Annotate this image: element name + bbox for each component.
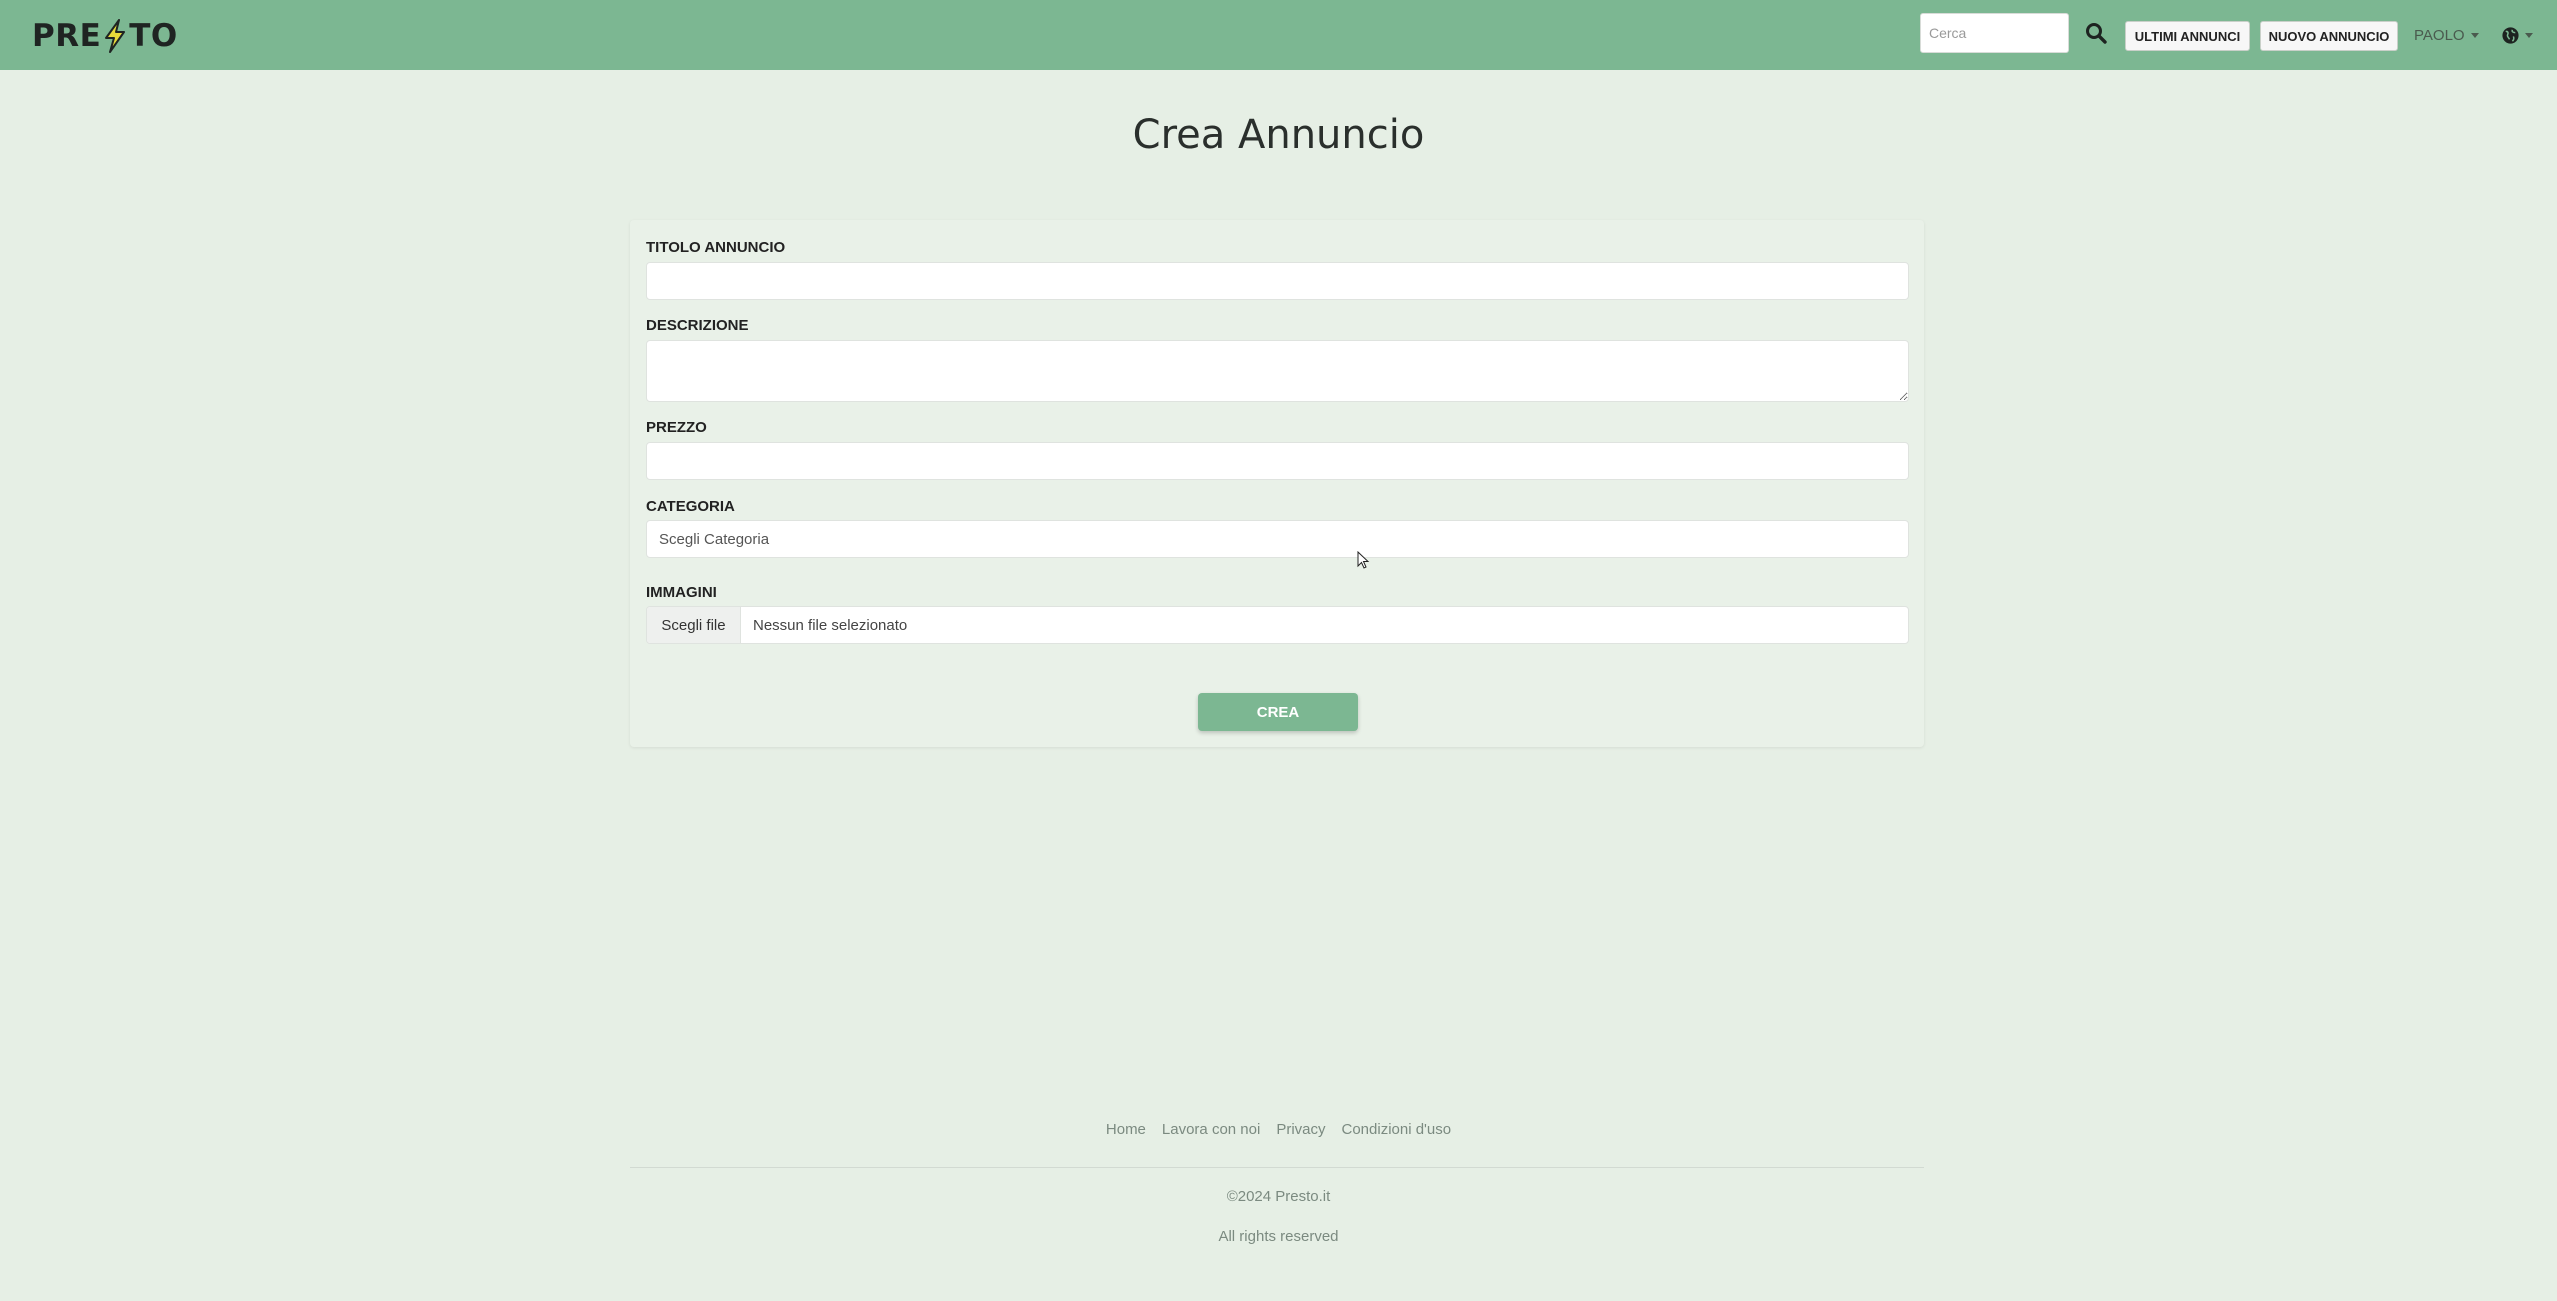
category-selected-value: Scegli Categoria [659,530,770,548]
globe-icon [2502,26,2519,44]
footer-link-condizioni[interactable]: Condizioni d'uso [1342,1121,1452,1138]
price-input[interactable] [646,442,1909,480]
language-dropdown[interactable] [2501,22,2533,48]
user-dropdown[interactable]: PAOLO [2414,22,2479,48]
search-input[interactable] [1920,13,2069,53]
presto-logo[interactable]: PRE TO [32,14,178,58]
chevron-down-icon [2525,32,2533,38]
price-label: PREZZO [646,419,707,436]
images-file-input[interactable]: Scegli file Nessun file selezionato [646,606,1909,644]
footer-links: Home Lavora con noi Privacy Condizioni d… [0,1121,2557,1138]
description-label: DESCRIZIONE [646,317,749,334]
search-icon [2086,22,2107,44]
crea-button[interactable]: CREA [1198,693,1358,731]
create-ad-form: TITOLO ANNUNCIO DESCRIZIONE PREZZO CATEG… [630,220,1924,747]
page-title: Crea Annuncio [1132,112,1425,158]
footer-link-lavora[interactable]: Lavora con noi [1162,1121,1260,1138]
description-textarea[interactable] [646,340,1909,402]
images-label: IMMAGINI [646,584,717,601]
title-input[interactable] [646,262,1909,300]
category-select[interactable]: Scegli Categoria [646,520,1909,558]
footer-divider [630,1167,1924,1168]
category-label: CATEGORIA [646,498,735,515]
lightning-bolt-icon [105,19,126,53]
file-status: Nessun file selezionato [753,616,908,634]
navbar: PRE TO ULTIMI ANNUNCI NUOVO ANNUNCIO PAO… [0,0,2557,70]
copyright: ©2024 Presto.it [1226,1188,1331,1205]
title-label: TITOLO ANNUNCIO [646,239,786,256]
search-button[interactable] [2083,20,2109,48]
footer-link-privacy[interactable]: Privacy [1276,1121,1325,1138]
logo-text-left: PRE [32,18,102,54]
choose-file-button[interactable]: Scegli file [647,607,741,643]
user-name: PAOLO [2414,26,2465,44]
ultimi-annunci-button[interactable]: ULTIMI ANNUNCI [2125,21,2250,51]
rights-reserved: All rights reserved [1218,1228,1339,1245]
nuovo-annuncio-button[interactable]: NUOVO ANNUNCIO [2260,21,2398,51]
mouse-cursor-icon [1357,551,1370,569]
logo-text-right: TO [129,18,178,54]
footer-link-home[interactable]: Home [1106,1121,1146,1138]
chevron-down-icon [2470,32,2479,38]
